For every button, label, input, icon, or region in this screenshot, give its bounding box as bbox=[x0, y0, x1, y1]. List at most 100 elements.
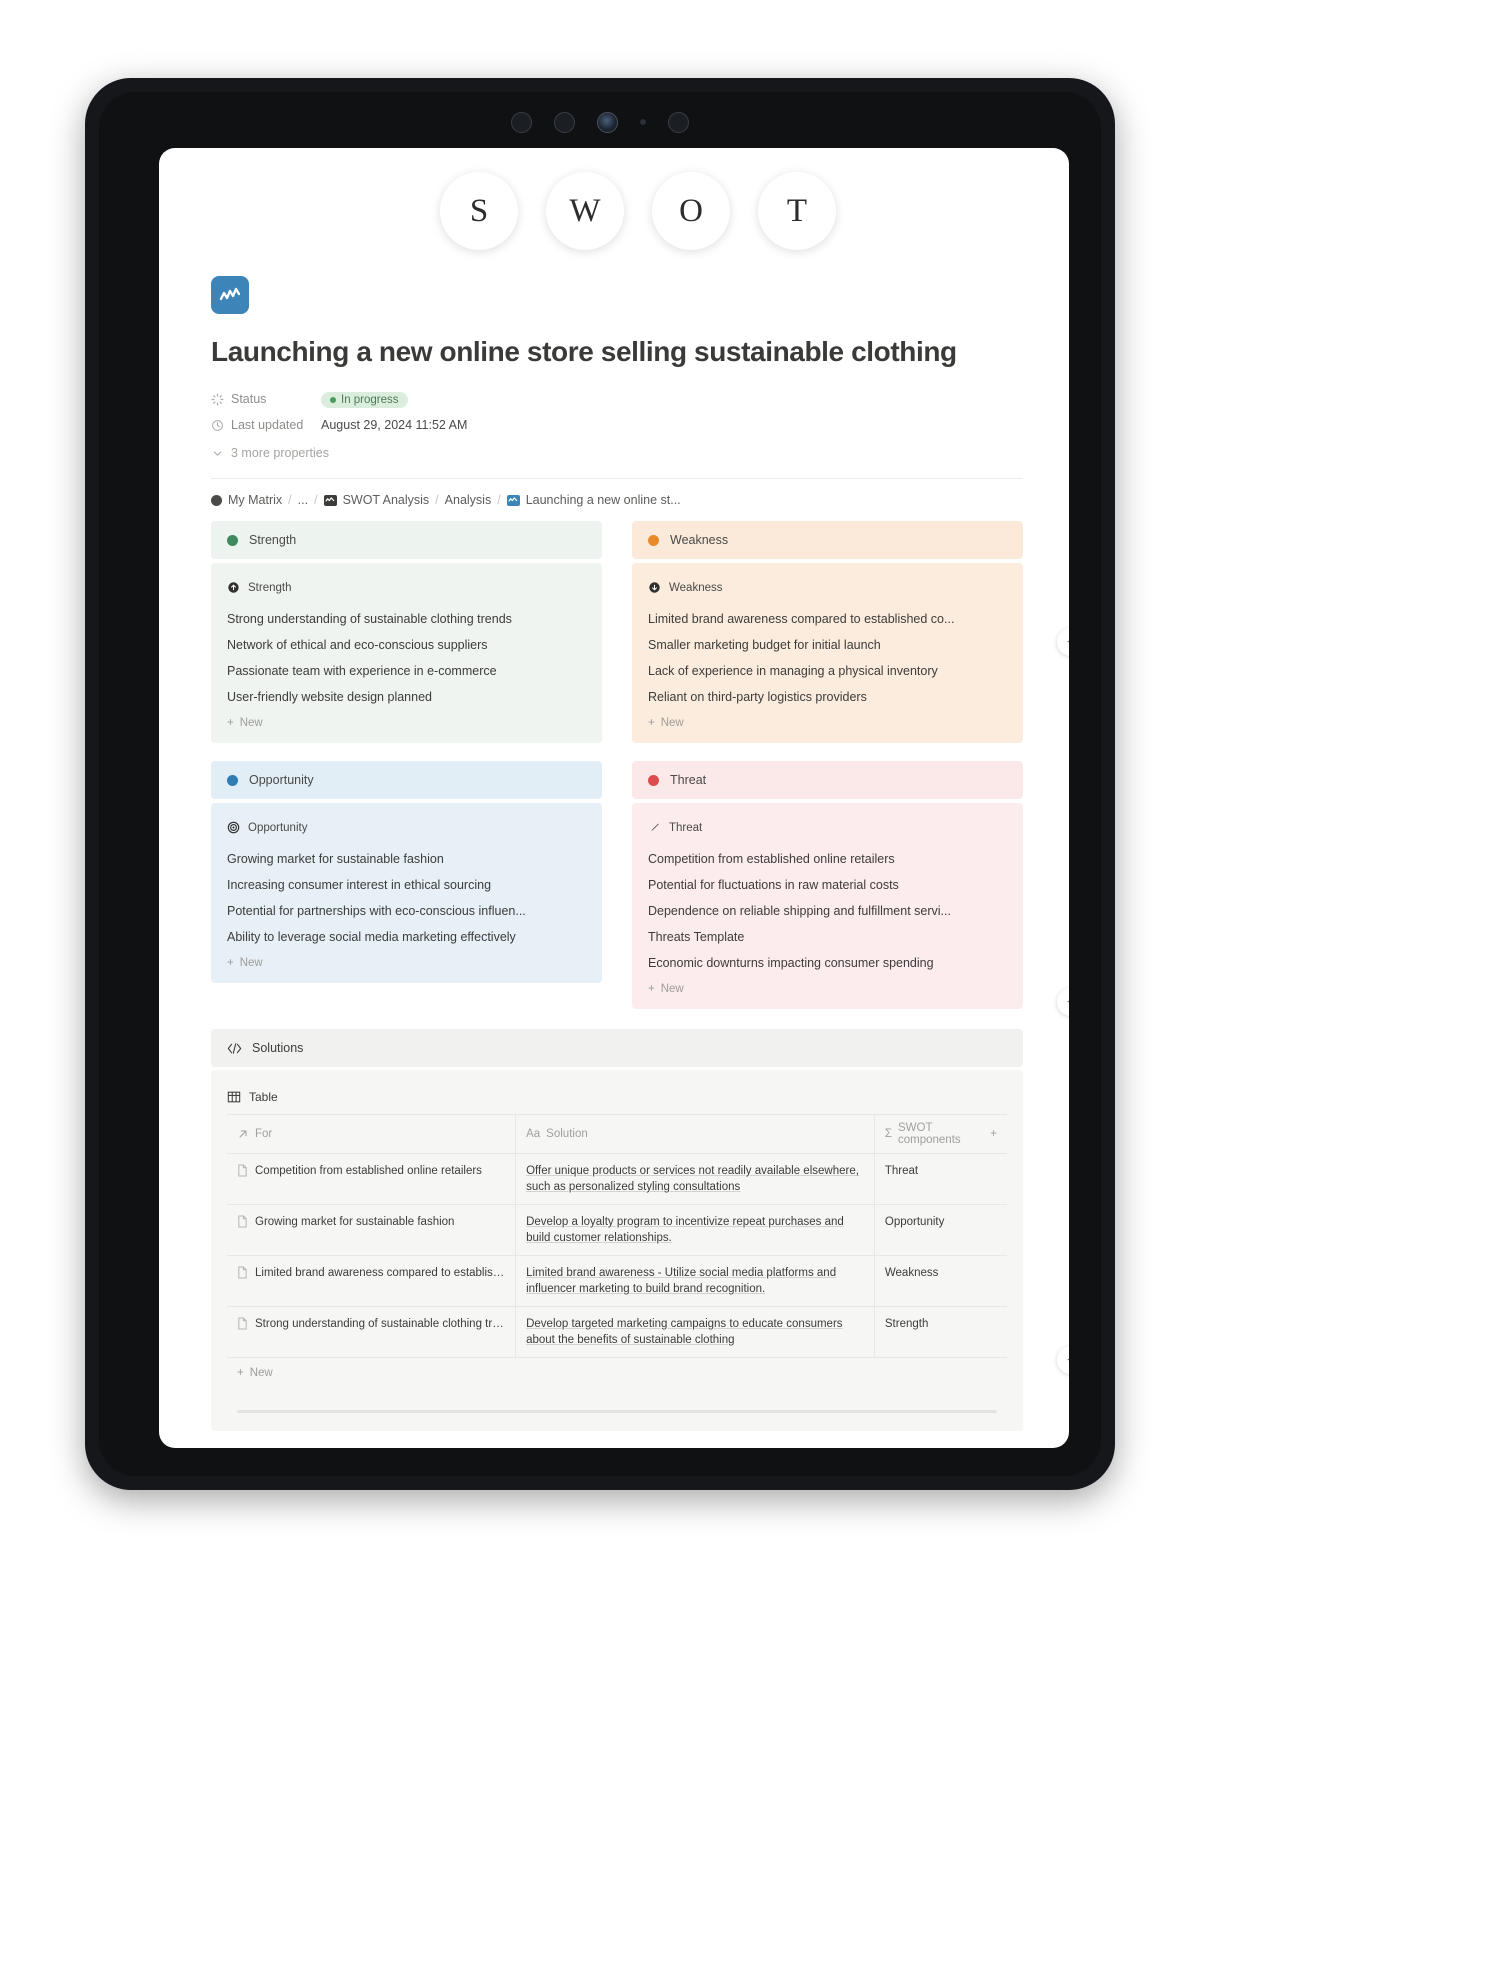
swot-item[interactable]: Lack of experience in managing a physica… bbox=[648, 658, 1007, 684]
breadcrumb-item-ellipsis[interactable]: ... bbox=[298, 493, 308, 507]
device-bezel: S W O T Launching a new online store sel… bbox=[99, 92, 1101, 1476]
aa-icon: Aa bbox=[526, 1128, 541, 1140]
swot-item[interactable]: Threats Template bbox=[648, 924, 1007, 950]
cell-for[interactable]: Growing market for sustainable fashion bbox=[227, 1204, 517, 1256]
target-icon bbox=[227, 821, 240, 834]
swot-item[interactable]: Economic downturns impacting consumer sp… bbox=[648, 950, 1007, 976]
table-label-text: Table bbox=[249, 1090, 278, 1104]
swot-item[interactable]: Increasing consumer interest in ethical … bbox=[227, 872, 586, 898]
chart-line-icon[interactable] bbox=[211, 276, 249, 314]
swot-item[interactable]: Competition from established online reta… bbox=[648, 846, 1007, 872]
quadrant-header-opportunity[interactable]: Opportunity bbox=[211, 761, 602, 799]
quadrant-subheader-strength: Strength bbox=[227, 581, 586, 594]
ai-assist-button-1[interactable]: ✦ bbox=[1057, 628, 1069, 656]
cell-swot-component[interactable]: Strength bbox=[874, 1306, 1007, 1358]
solutions-add-new-row-button[interactable]: + New bbox=[227, 1358, 1007, 1388]
add-column-button[interactable]: + bbox=[990, 1128, 997, 1140]
weakness-dot-icon bbox=[648, 534, 659, 546]
column-header-label: SWOT components bbox=[898, 1122, 961, 1146]
swot-item[interactable]: Ability to leverage social media marketi… bbox=[227, 924, 586, 950]
solutions-table-header-row: For Aa Solution Σ SWOT components + bbox=[227, 1114, 1007, 1154]
cell-solution[interactable]: Limited brand awareness - Utilize social… bbox=[515, 1255, 875, 1307]
quadrant-subheader-opportunity: Opportunity bbox=[227, 821, 586, 834]
cell-solution[interactable]: Develop a loyalty program to incentivize… bbox=[515, 1204, 875, 1256]
sensor-icon bbox=[554, 111, 575, 133]
add-new-opportunity-button[interactable]: + New bbox=[227, 957, 586, 969]
ai-assist-button-2[interactable]: ✦ bbox=[1057, 988, 1069, 1016]
swot-item[interactable]: User-friendly website design planned bbox=[227, 684, 586, 710]
swot-quadrant-strength: Strength Strength Strong understanding o… bbox=[211, 521, 602, 743]
quadrant-subheader-label: Strength bbox=[248, 581, 292, 594]
swot-item[interactable]: Smaller marketing budget for initial lau… bbox=[648, 632, 1007, 658]
swot-quadrant-weakness: Weakness Weakness Limited brand awarenes… bbox=[632, 521, 1023, 743]
swot-item[interactable]: Strong understanding of sustainable clot… bbox=[227, 606, 586, 632]
breadcrumb-item-analysis[interactable]: Analysis bbox=[445, 493, 492, 507]
table-row[interactable]: Competition from established online reta… bbox=[227, 1153, 1007, 1205]
property-value-status[interactable]: In progress bbox=[321, 390, 521, 408]
cell-for[interactable]: Strong understanding of sustainable clot… bbox=[227, 1306, 517, 1358]
swot-letter-badges: S W O T bbox=[159, 172, 1069, 250]
swot-item[interactable]: Network of ethical and eco-conscious sup… bbox=[227, 632, 586, 658]
add-new-weakness-button[interactable]: + New bbox=[648, 717, 1007, 729]
add-new-threat-button[interactable]: + New bbox=[648, 983, 1007, 995]
property-label-text: Last updated bbox=[231, 418, 304, 432]
breadcrumb-item-my-matrix[interactable]: My Matrix bbox=[228, 493, 282, 507]
cell-text: Develop a loyalty program to incentivize… bbox=[526, 1216, 844, 1244]
arrow-up-right-icon bbox=[239, 1130, 247, 1138]
property-row-status[interactable]: Status In progress bbox=[211, 386, 1023, 412]
quadrant-body-threat: Threat Competition from established onli… bbox=[632, 803, 1023, 1009]
circle-icon bbox=[211, 494, 222, 506]
cell-text: Limited brand awareness compared to esta… bbox=[255, 1267, 505, 1279]
cell-for[interactable]: Limited brand awareness compared to esta… bbox=[227, 1255, 517, 1307]
breadcrumb-separator: / bbox=[497, 493, 501, 507]
cell-solution[interactable]: Develop targeted marketing campaigns to … bbox=[515, 1306, 875, 1358]
table-row[interactable]: Limited brand awareness compared to esta… bbox=[227, 1255, 1007, 1307]
ai-assist-button-3[interactable]: ✦ bbox=[1057, 1346, 1069, 1374]
column-header-for[interactable]: For bbox=[227, 1114, 517, 1154]
column-header-swot-components[interactable]: Σ SWOT components + bbox=[874, 1114, 1007, 1154]
swot-item[interactable]: Limited brand awareness compared to esta… bbox=[648, 606, 1007, 632]
breadcrumb-item-swot-analysis[interactable]: SWOT Analysis bbox=[343, 493, 430, 507]
add-new-label: New bbox=[239, 957, 263, 969]
quadrant-subheader-label: Opportunity bbox=[248, 821, 308, 834]
horizontal-scrollbar[interactable] bbox=[237, 1410, 997, 1413]
breadcrumb-item-current-page[interactable]: Launching a new online st... bbox=[526, 493, 681, 507]
quadrant-header-threat[interactable]: Threat bbox=[632, 761, 1023, 799]
solutions-table-label[interactable]: Table bbox=[227, 1090, 1007, 1104]
column-header-solution[interactable]: Aa Solution bbox=[515, 1114, 875, 1154]
cell-swot-component[interactable]: Threat bbox=[874, 1153, 1007, 1205]
add-new-label: New bbox=[239, 717, 263, 729]
swot-item[interactable]: Potential for partnerships with eco-cons… bbox=[227, 898, 586, 924]
quadrant-header-weakness[interactable]: Weakness bbox=[632, 521, 1023, 559]
table-row[interactable]: Strong understanding of sustainable clot… bbox=[227, 1306, 1007, 1358]
strength-dot-icon bbox=[227, 534, 238, 546]
quadrant-header-strength[interactable]: Strength bbox=[211, 521, 602, 559]
property-row-last-updated[interactable]: Last updated August 29, 2024 11:52 AM bbox=[211, 412, 1023, 438]
quadrant-body-opportunity: Opportunity Growing market for sustainab… bbox=[211, 803, 602, 983]
cell-text: Offer unique products or services not re… bbox=[526, 1165, 859, 1193]
solutions-table: For Aa Solution Σ SWOT components + Comp… bbox=[227, 1114, 1007, 1358]
cell-for[interactable]: Competition from established online reta… bbox=[227, 1153, 517, 1205]
cell-swot-component[interactable]: Opportunity bbox=[874, 1204, 1007, 1256]
opportunity-dot-icon bbox=[227, 774, 238, 786]
status-badge[interactable]: In progress bbox=[321, 392, 408, 408]
cell-swot-component[interactable]: Weakness bbox=[874, 1255, 1007, 1307]
cell-solution[interactable]: Offer unique products or services not re… bbox=[515, 1153, 875, 1205]
swot-item[interactable]: Growing market for sustainable fashion bbox=[227, 846, 586, 872]
solutions-section-header[interactable]: Solutions bbox=[211, 1029, 1023, 1067]
add-new-strength-button[interactable]: + New bbox=[227, 717, 586, 729]
page-dark-icon bbox=[323, 494, 337, 506]
swot-item[interactable]: Dependence on reliable shipping and fulf… bbox=[648, 898, 1007, 924]
swot-item[interactable]: Reliant on third-party logistics provide… bbox=[648, 684, 1007, 710]
page-blue-icon bbox=[506, 494, 520, 506]
swot-badge-s: S bbox=[440, 172, 518, 250]
threat-dot-icon bbox=[648, 774, 659, 786]
plus-icon: + bbox=[227, 957, 234, 969]
more-properties-toggle[interactable]: 3 more properties bbox=[211, 440, 1023, 466]
swot-item[interactable]: Potential for fluctuations in raw materi… bbox=[648, 872, 1007, 898]
breadcrumb-separator: / bbox=[435, 493, 439, 507]
swot-item[interactable]: Passionate team with experience in e-com… bbox=[227, 658, 586, 684]
plus-icon: + bbox=[648, 717, 655, 729]
property-label-status: Status bbox=[211, 392, 321, 406]
table-row[interactable]: Growing market for sustainable fashion D… bbox=[227, 1204, 1007, 1256]
